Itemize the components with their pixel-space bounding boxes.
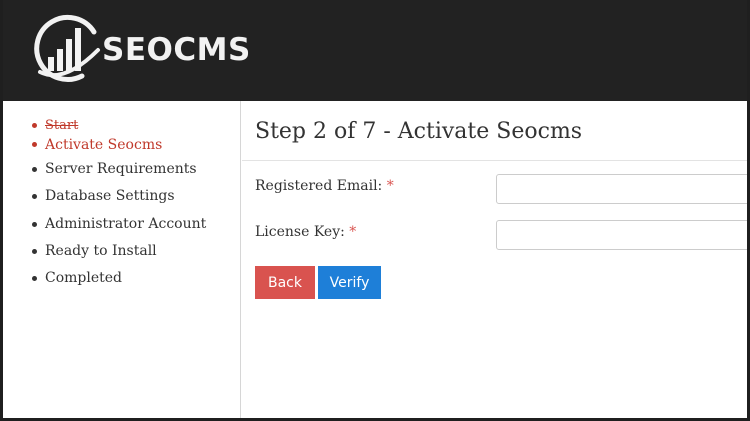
step-ready-to-install: Ready to Install xyxy=(0,238,240,265)
step-database-settings: Database Settings xyxy=(0,183,240,210)
verify-button[interactable]: Verify xyxy=(318,266,381,299)
license-label-text: License Key: xyxy=(255,224,345,240)
step-server-requirements: Server Requirements xyxy=(0,156,240,183)
license-required-mark: * xyxy=(349,224,357,240)
email-required-mark: * xyxy=(386,178,394,194)
step-activate-seocms[interactable]: Activate Seocms xyxy=(0,134,240,156)
step-administrator-account: Administrator Account xyxy=(0,211,240,238)
steps-sidebar: Start Activate Seocms Server Requirement… xyxy=(0,101,241,421)
email-label-text: Registered Email: xyxy=(255,178,383,194)
logo-text: SEOCMS xyxy=(102,32,251,68)
main-panel: Step 2 of 7 - Activate Seocms Registered… xyxy=(242,101,750,421)
license-key-input[interactable] xyxy=(496,220,750,250)
step-completed: Completed xyxy=(0,265,240,292)
back-button[interactable]: Back xyxy=(255,266,315,299)
registered-email-input[interactable] xyxy=(496,174,750,204)
page-title: Step 2 of 7 - Activate Seocms xyxy=(255,119,583,144)
license-label: License Key: * xyxy=(255,224,356,240)
bar-chart-swoosh-icon xyxy=(34,12,104,84)
title-divider xyxy=(242,160,750,161)
step-start[interactable]: Start xyxy=(0,115,240,134)
steps-list: Start Activate Seocms Server Requirement… xyxy=(0,101,240,292)
email-label: Registered Email: * xyxy=(255,178,394,194)
app-header: SEOCMS xyxy=(0,0,750,101)
logo[interactable]: SEOCMS xyxy=(34,12,251,84)
